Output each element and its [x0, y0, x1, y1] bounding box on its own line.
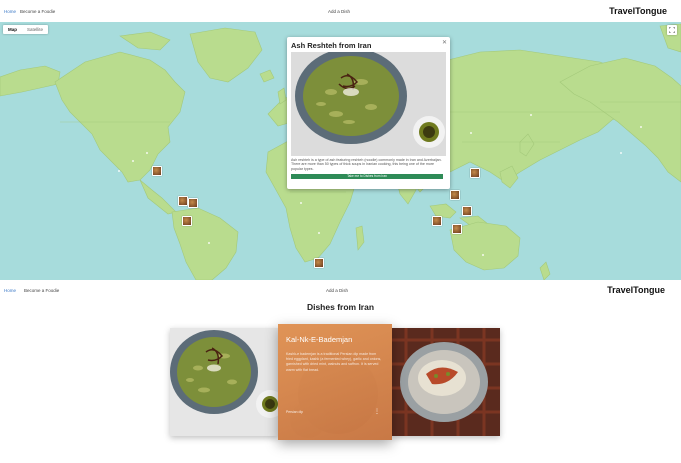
nav-home-link[interactable]: Home [4, 9, 16, 14]
brand-logo[interactable]: TravelTongue [609, 6, 667, 16]
nav-become-foodie-link[interactable]: Become a Foodie [20, 9, 55, 14]
city-dot [132, 160, 134, 162]
city-dot [300, 202, 302, 204]
city-dot [118, 170, 120, 172]
city-dot [318, 232, 320, 234]
dish-marker[interactable] [152, 166, 162, 176]
dish-info-window: Ash Reshteh from Iran ✕ Ash reshteh is a… [287, 37, 450, 189]
nav-add-dish-link[interactable]: Add a Dish [326, 288, 348, 293]
dish-marker[interactable] [314, 258, 324, 268]
city-dot [482, 254, 484, 256]
world-map[interactable]: Map Satellite Ash Reshteh from Iran ✕ As… [0, 22, 681, 280]
dish-card-image [170, 328, 278, 436]
map-type-map-option[interactable]: Map [3, 25, 22, 34]
close-icon[interactable]: ✕ [442, 39, 447, 46]
city-dot [470, 132, 472, 134]
dish-marker[interactable] [452, 224, 462, 234]
dish-card-footer: Persian dip [286, 410, 303, 414]
dish-marker[interactable] [462, 206, 472, 216]
info-window-title: Ash Reshteh from Iran [291, 41, 372, 50]
city-dot [208, 242, 210, 244]
fullscreen-icon [669, 27, 675, 33]
city-dot [640, 126, 642, 128]
dish-card-image [392, 328, 500, 436]
map-type-control: Map Satellite [3, 25, 49, 34]
dish-card-description: Kashk-e bademjan is a traditional Persia… [286, 352, 382, 372]
page-navbar: Home Become a Foodie Add a Dish TravelTo… [0, 280, 681, 300]
dish-card[interactable] [170, 328, 278, 436]
dish-card-featured[interactable]: Kal-Nk-E-Bademjan Kashk-e bademjan is a … [278, 324, 392, 440]
top-navbar: Home Become a Foodie Add a Dish TravelTo… [0, 0, 681, 22]
brand-logo[interactable]: TravelTongue [607, 285, 665, 295]
more-options-icon[interactable]: ⋮ [374, 408, 380, 415]
nav-home-link[interactable]: Home [4, 288, 16, 293]
dish-marker[interactable] [470, 168, 480, 178]
info-window-description: Ash reshteh is a type of ash featuring r… [291, 158, 442, 171]
fullscreen-button[interactable] [667, 25, 677, 35]
nav-add-dish-link[interactable]: Add a Dish [328, 9, 350, 14]
dish-card[interactable] [392, 328, 500, 436]
city-dot [620, 152, 622, 154]
map-type-satellite-option[interactable]: Satellite [22, 25, 48, 34]
city-dot [530, 114, 532, 116]
nav-become-foodie-link[interactable]: Become a Foodie [24, 288, 59, 293]
section-heading: Dishes from Iran [306, 302, 375, 312]
dish-marker[interactable] [432, 216, 442, 226]
dish-marker[interactable] [182, 216, 192, 226]
dish-marker[interactable] [188, 198, 198, 208]
city-dot [146, 152, 148, 154]
view-country-dishes-button[interactable]: Take me to Dishes from Iran [291, 174, 443, 179]
dish-marker[interactable] [450, 190, 460, 200]
dish-card-title: Kal-Nk-E-Bademjan [286, 335, 353, 344]
dish-photo [291, 52, 446, 156]
dish-marker[interactable] [178, 196, 188, 206]
